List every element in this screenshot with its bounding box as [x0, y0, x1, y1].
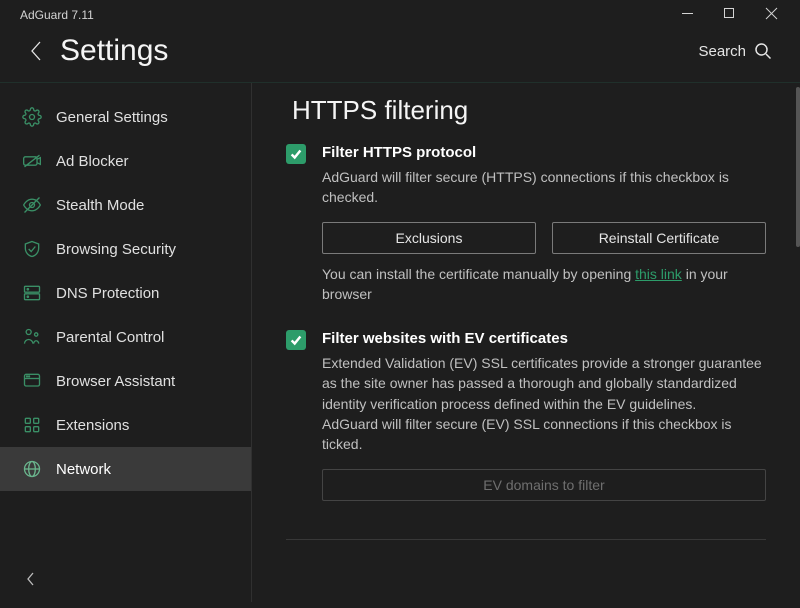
page-header: Settings Search	[0, 30, 800, 82]
option-desc: Extended Validation (EV) SSL certificate…	[322, 353, 766, 454]
exclusions-button[interactable]: Exclusions	[322, 222, 536, 254]
back-button[interactable]	[24, 39, 48, 63]
ad-blocker-icon	[22, 151, 42, 171]
sidebar-item-label: Browser Assistant	[56, 373, 175, 390]
scrollbar-thumb[interactable]	[796, 87, 800, 247]
option-filter-ev: Filter websites with EV certificates Ext…	[286, 330, 766, 510]
parental-icon	[22, 327, 42, 347]
title-bar: AdGuard 7.11	[0, 0, 800, 30]
option-title: Filter HTTPS protocol	[322, 144, 766, 161]
sidebar-item-parental-control[interactable]: Parental Control	[0, 315, 251, 359]
search-icon	[754, 42, 772, 60]
app-title: AdGuard 7.11	[20, 8, 94, 22]
sidebar-item-stealth-mode[interactable]: Stealth Mode	[0, 183, 251, 227]
sidebar-item-general-settings[interactable]: General Settings	[0, 95, 251, 139]
extensions-icon	[22, 415, 42, 435]
checkbox-filter-ev[interactable]	[286, 330, 306, 350]
sidebar-item-ad-blocker[interactable]: Ad Blocker	[0, 139, 251, 183]
sidebar-item-label: Network	[56, 461, 111, 478]
sidebar-item-browsing-security[interactable]: Browsing Security	[0, 227, 251, 271]
sidebar: General Settings Ad Blocker Stealth Mode…	[0, 83, 252, 602]
section-title: HTTPS filtering	[292, 95, 766, 126]
search-button[interactable]: Search	[698, 42, 772, 60]
sidebar-item-dns-protection[interactable]: DNS Protection	[0, 271, 251, 315]
browser-icon	[22, 371, 42, 391]
reinstall-certificate-button[interactable]: Reinstall Certificate	[552, 222, 766, 254]
checkbox-filter-https[interactable]	[286, 144, 306, 164]
gear-icon	[22, 107, 42, 127]
option-filter-https: Filter HTTPS protocol AdGuard will filte…	[286, 144, 766, 304]
manual-install-hint: You can install the certificate manually…	[322, 264, 766, 305]
server-icon	[22, 283, 42, 303]
sidebar-item-label: Extensions	[56, 417, 129, 434]
maximize-button[interactable]	[708, 8, 750, 22]
content-pane: HTTPS filtering Filter HTTPS protocol Ad…	[252, 83, 800, 602]
option-desc: AdGuard will filter secure (HTTPS) conne…	[322, 167, 766, 208]
sidebar-item-label: Stealth Mode	[56, 197, 144, 214]
sidebar-item-label: DNS Protection	[56, 285, 159, 302]
manual-install-link[interactable]: this link	[635, 266, 682, 282]
sidebar-item-network[interactable]: Network	[0, 447, 251, 491]
shield-icon	[22, 239, 42, 259]
sidebar-item-label: General Settings	[56, 109, 168, 126]
option-title: Filter websites with EV certificates	[322, 330, 766, 347]
sidebar-item-label: Ad Blocker	[56, 153, 129, 170]
globe-icon	[22, 459, 42, 479]
search-label: Search	[698, 43, 746, 60]
collapse-sidebar-button[interactable]	[22, 570, 40, 588]
sidebar-item-label: Browsing Security	[56, 241, 176, 258]
sidebar-item-extensions[interactable]: Extensions	[0, 403, 251, 447]
ev-domains-button[interactable]: EV domains to filter	[322, 469, 766, 501]
sidebar-item-label: Parental Control	[56, 329, 164, 346]
page-title: Settings	[60, 34, 698, 68]
minimize-button[interactable]	[666, 8, 708, 22]
close-button[interactable]	[750, 8, 792, 22]
divider	[286, 539, 766, 540]
stealth-icon	[22, 195, 42, 215]
sidebar-item-browser-assistant[interactable]: Browser Assistant	[0, 359, 251, 403]
